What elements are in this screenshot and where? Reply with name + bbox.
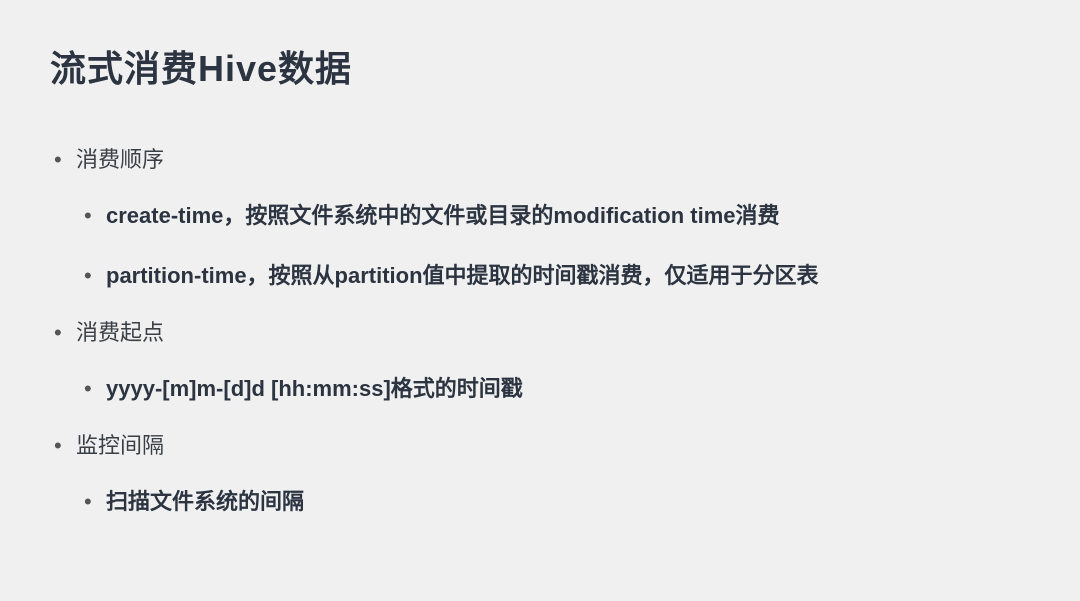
list-item: yyyy-[m]m-[d]d [hh:mm:ss]格式的时间戳 xyxy=(50,368,1030,410)
list-item-label: 监控间隔 xyxy=(50,428,1030,463)
list-item-label: partition-time，按照从partition值中提取的时间戳消费，仅适… xyxy=(50,255,1030,297)
list-item-label: create-time，按照文件系统中的文件或目录的modification t… xyxy=(50,195,1030,237)
list-item: create-time，按照文件系统中的文件或目录的modification t… xyxy=(50,195,1030,237)
list-item-label: 消费起点 xyxy=(50,315,1030,350)
list-item-label: 扫描文件系统的间隔 xyxy=(50,481,1030,523)
slide-title: 流式消费Hive数据 xyxy=(50,40,1030,92)
list-item: partition-time，按照从partition值中提取的时间戳消费，仅适… xyxy=(50,255,1030,297)
list-item: 监控间隔 扫描文件系统的间隔 xyxy=(50,428,1030,523)
list-item: 消费顺序 create-time，按照文件系统中的文件或目录的modificat… xyxy=(50,142,1030,297)
list-item-label: yyyy-[m]m-[d]d [hh:mm:ss]格式的时间戳 xyxy=(50,368,1030,410)
list-item: 扫描文件系统的间隔 xyxy=(50,481,1030,523)
sub-bullet-list: yyyy-[m]m-[d]d [hh:mm:ss]格式的时间戳 xyxy=(50,368,1030,410)
sub-bullet-list: 扫描文件系统的间隔 xyxy=(50,481,1030,523)
list-item: 消费起点 yyyy-[m]m-[d]d [hh:mm:ss]格式的时间戳 xyxy=(50,315,1030,410)
list-item-label: 消费顺序 xyxy=(50,142,1030,177)
sub-bullet-list: create-time，按照文件系统中的文件或目录的modification t… xyxy=(50,195,1030,297)
bullet-list: 消费顺序 create-time，按照文件系统中的文件或目录的modificat… xyxy=(50,142,1030,523)
